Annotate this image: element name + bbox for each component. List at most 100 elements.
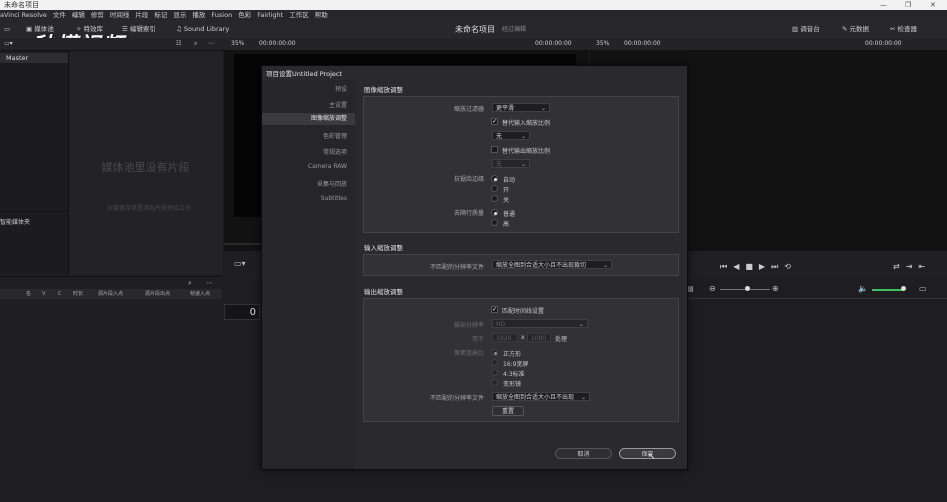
aspect-169-radio[interactable] [491, 359, 498, 366]
play-icon[interactable]: ▶ [759, 262, 771, 271]
inspector-toggle[interactable]: ✂ 检查器 [890, 21, 917, 38]
col-src-out[interactable]: 源片段出点 [145, 289, 170, 299]
smart-bins-label[interactable]: 智能媒体夹 [0, 217, 30, 226]
col-frame-in[interactable]: 帧速入点 [190, 289, 210, 299]
edit-index-toggle[interactable]: ☰ 编辑索引 [122, 21, 156, 38]
mixer-toggle[interactable]: ▥ 调音台 [792, 21, 820, 38]
prev-edit-icon[interactable]: ⇤ [918, 262, 931, 271]
output-resolution-dropdown[interactable]: HD ⌄ [492, 319, 588, 328]
more-options-icon[interactable]: ⋯ [208, 38, 214, 50]
sidebar-item-master[interactable]: 主设置 [329, 100, 347, 109]
close-window-button[interactable]: ✕ [930, 0, 936, 10]
col-duration[interactable]: 时长 [73, 289, 83, 299]
output-height-field[interactable]: 1080 [527, 333, 551, 342]
menu-item-13[interactable]: 帮助 [315, 11, 328, 19]
minimize-button[interactable]: — [880, 0, 887, 10]
antialias-off-radio[interactable] [491, 195, 498, 202]
sidebar-item-color-management[interactable]: 色彩管理 [323, 131, 347, 140]
col-name[interactable]: 名 [26, 289, 31, 299]
sidebar-item-general-options[interactable]: 常规选项 [323, 147, 347, 156]
sound-library-label: Sound Library [183, 25, 230, 33]
menu-item-10[interactable]: 色彩 [238, 11, 251, 19]
antialias-auto-radio[interactable] [491, 175, 498, 182]
bin-view-icon[interactable]: ▭▾ [4, 38, 13, 50]
output-mismatch-dropdown[interactable]: 缩放全图到合适大小且不出现 ⌄ [492, 392, 590, 401]
input-scaling-value: 无 [496, 133, 503, 140]
chevron-down-icon: ⌄ [602, 262, 608, 269]
output-scaling-dropdown[interactable]: 无 ⌄ [492, 159, 530, 168]
media-pool-area[interactable]: 媒体池里没有片段 从媒体存储里添加片段开始工作 [69, 51, 222, 274]
empty-media-pool-title: 媒体池里没有片段 [101, 161, 190, 174]
volume-slider-handle[interactable] [901, 286, 906, 291]
bin-master[interactable]: Master [0, 53, 68, 63]
menu-item-6[interactable]: 标记 [154, 11, 167, 19]
menu-item-5[interactable]: 片段 [135, 11, 148, 19]
menu-item-11[interactable]: Fairlight [257, 11, 283, 19]
output-width-field[interactable]: 1920 [492, 333, 518, 342]
zoom-in-icon[interactable]: ⊕ [772, 284, 779, 293]
input-scaling-group: 不匹配的分辨率文件 缩放全图到合适大小且不出现裁切 ⌄ [363, 254, 679, 276]
list-view-icon[interactable]: ☷ [176, 38, 181, 50]
volume-icon[interactable]: 🔈 [858, 284, 868, 293]
deinterlace-high-radio[interactable] [491, 219, 498, 226]
metadata-toggle[interactable]: ✎ 元数据 [842, 21, 869, 38]
go-end-icon[interactable]: ⏭ [771, 262, 784, 271]
menu-item-1[interactable]: 文件 [53, 11, 66, 19]
chevron-down-icon: ⌄ [578, 321, 584, 328]
menu-item-8[interactable]: 播放 [192, 11, 205, 19]
volume-slider[interactable] [872, 289, 904, 291]
override-input-scaling-label: 替代输入缩放比例 [502, 120, 551, 127]
menu-item-9[interactable]: Fusion [211, 11, 232, 19]
zoom-slider-handle[interactable] [745, 286, 750, 291]
reset-button[interactable]: 重置 [492, 406, 524, 416]
maximize-button[interactable]: ❐ [905, 0, 911, 10]
scaling-filter-value: 更平滑 [496, 105, 515, 112]
col-v[interactable]: V [42, 289, 45, 299]
zoom-out-icon[interactable]: ⊖ [709, 284, 716, 293]
viewer-mode-icon[interactable]: ▭▾ [234, 259, 246, 268]
menu-item-2[interactable]: 编辑 [72, 11, 85, 19]
match-frame-icon[interactable]: ⇄ [893, 262, 906, 271]
go-start-icon[interactable]: ⏮ [720, 262, 733, 271]
menu-item-0[interactable]: aVinci Resolve [0, 11, 47, 19]
cancel-button[interactable]: 取消 [555, 448, 612, 459]
sidebar-item-image-scaling[interactable]: 图像缩放调整 [262, 113, 355, 125]
antialias-on-radio[interactable] [491, 185, 498, 192]
menu-item-4[interactable]: 时间线 [110, 11, 130, 19]
aspect-43-radio[interactable] [491, 369, 498, 376]
output-mismatch-label: 不匹配的分辨率文件 [429, 395, 484, 402]
aspect-square-radio[interactable] [491, 349, 498, 356]
zoom-left[interactable]: 35% [231, 38, 244, 50]
override-input-scaling-checkbox[interactable]: ✓ [491, 118, 498, 125]
scaling-filter-dropdown[interactable]: 更平滑 ⌄ [492, 103, 550, 112]
sidebar-item-camera-raw[interactable]: Camera RAW [308, 163, 347, 170]
sidebar-item-subtitles[interactable]: Subtitles [321, 195, 347, 202]
stop-icon[interactable]: ■ [745, 262, 759, 271]
menu-item-7[interactable]: 显示 [173, 11, 186, 19]
input-mismatch-dropdown[interactable]: 缩放全图到合适大小且不出现裁切 ⌄ [492, 260, 612, 269]
list-more-icon[interactable]: ⋯ [206, 279, 213, 287]
col-c[interactable]: C [58, 289, 62, 299]
window-title: 未命名项目 [4, 1, 39, 9]
sound-library-toggle[interactable]: ♫ Sound Library [176, 21, 229, 38]
sidebar-item-capture-playback[interactable]: 采集与回放 [317, 179, 347, 188]
match-timeline-checkbox[interactable]: ✓ [491, 306, 498, 313]
menu-item-12[interactable]: 工作区 [289, 11, 309, 19]
level-meter-icon[interactable]: ▭ [919, 284, 927, 293]
list-search-icon[interactable]: ⌕ [188, 279, 192, 288]
dialog-title: 项目设置Untitled Project [266, 70, 343, 78]
loop-icon[interactable]: ⟲ [784, 262, 797, 271]
step-back-icon[interactable]: ◀ [733, 262, 745, 271]
menu-item-3[interactable]: 修剪 [91, 11, 104, 19]
zoom-right[interactable]: 35% [596, 38, 609, 50]
aspect-anamorphic-radio[interactable] [491, 379, 498, 386]
search-icon[interactable]: ⌕ [194, 38, 197, 50]
col-src-in[interactable]: 源片段入点 [98, 289, 123, 299]
input-scaling-dropdown[interactable]: 无 ⌄ [492, 131, 530, 140]
override-output-scaling-checkbox[interactable] [491, 146, 498, 153]
next-edit-icon[interactable]: ⇥ [906, 262, 919, 271]
chevron-down-icon: ⌄ [520, 133, 526, 140]
sidebar-item-presets[interactable]: 预设 [335, 84, 347, 93]
monitor-icon[interactable]: ▭ [4, 21, 10, 38]
deinterlace-normal-radio[interactable] [491, 209, 498, 216]
